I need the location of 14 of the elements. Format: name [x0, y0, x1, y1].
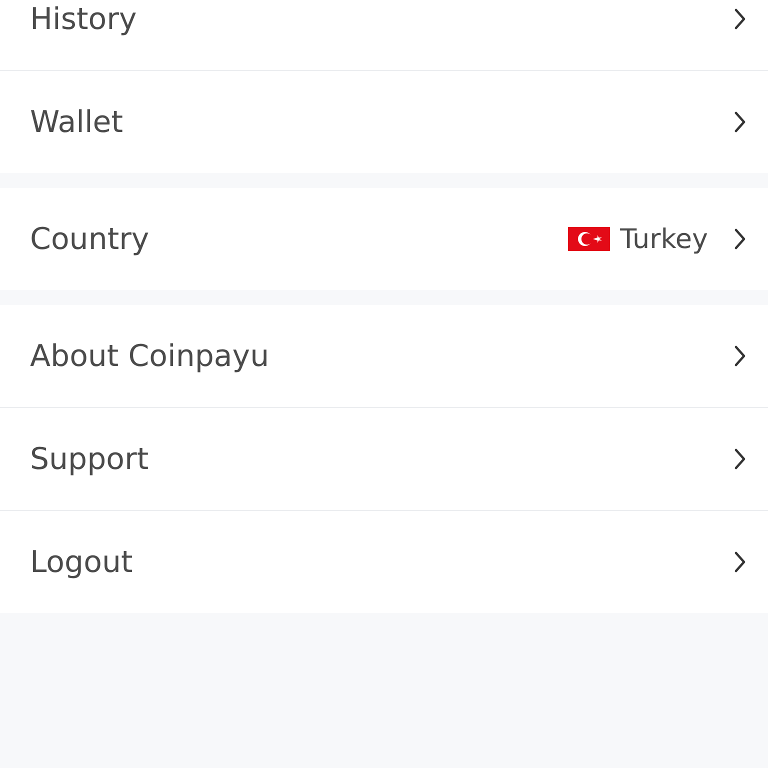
menu-item[interactable]: History — [0, 0, 768, 70]
chevron-right-icon — [734, 448, 746, 470]
menu-item[interactable]: Logout — [0, 510, 768, 613]
chevron-right-icon — [734, 111, 746, 133]
chevron-right-icon — [734, 551, 746, 573]
menu-item[interactable]: About Coinpayu — [0, 305, 768, 407]
chevron-right-icon — [734, 8, 746, 30]
country-value: Turkey — [620, 224, 708, 254]
menu-item[interactable]: Country Turkey — [0, 188, 768, 290]
chevron-right-icon — [734, 228, 746, 250]
chevron-right-icon — [734, 345, 746, 367]
menu-item[interactable]: Support — [0, 407, 768, 510]
menu-item[interactable]: Wallet — [0, 70, 768, 173]
flag-icon — [568, 227, 610, 251]
